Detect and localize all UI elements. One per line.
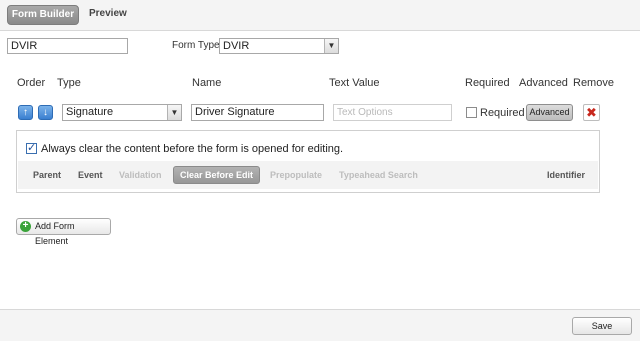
form-type-select[interactable]: DVIR ▼ (219, 38, 339, 54)
move-up-button[interactable]: ↑ (18, 105, 33, 120)
arrow-up-icon: ↑ (23, 107, 28, 118)
add-form-element-button[interactable]: + Add Form Element (16, 218, 111, 246)
form-type-value: DVIR (223, 40, 250, 52)
subtab-prepopulate[interactable]: Prepopulate (270, 170, 322, 180)
move-down-button[interactable]: ↓ (38, 105, 53, 120)
x-icon: ✖ (586, 105, 597, 120)
always-clear-label: Always clear the content before the form… (41, 143, 344, 155)
element-type-dropdown: ▼ (167, 105, 181, 120)
always-clear-checkbox[interactable] (26, 141, 37, 154)
plus-icon: + (20, 221, 31, 232)
top-tab-bar: Form Builder Preview (0, 0, 640, 31)
column-header-text-value: Text Value (329, 77, 380, 89)
tab-preview[interactable]: Preview (89, 5, 127, 25)
chevron-down-icon: ▼ (324, 39, 338, 53)
column-header-required: Required (465, 77, 510, 89)
element-name-input[interactable]: Driver Signature (191, 104, 324, 121)
subtab-typeahead-search[interactable]: Typeahead Search (339, 170, 418, 180)
required-checkbox-label: Required (480, 107, 525, 119)
subtab-parent[interactable]: Parent (33, 170, 61, 180)
subtab-event[interactable]: Event (78, 170, 103, 180)
advanced-button[interactable]: Advanced (526, 104, 573, 121)
subtab-validation[interactable]: Validation (119, 170, 162, 180)
subtab-identifier[interactable]: Identifier (547, 170, 585, 180)
subtab-clear-before-edit[interactable]: Clear Before Edit (173, 166, 260, 184)
form-type-label: Form Type: (172, 40, 223, 51)
column-header-order: Order (17, 77, 46, 89)
add-form-element-label: Add Form Element (35, 221, 75, 246)
column-header-remove: Remove (573, 77, 614, 89)
element-type-select[interactable]: Signature ▼ (62, 104, 182, 121)
arrow-down-icon: ↓ (43, 107, 48, 118)
required-checkbox[interactable] (466, 107, 477, 118)
save-button[interactable]: Save (572, 317, 632, 335)
remove-button[interactable]: ✖ (583, 104, 600, 121)
column-header-type: Type (57, 77, 81, 89)
column-header-advanced: Advanced (519, 77, 568, 89)
bottom-bar: Save (0, 309, 640, 341)
form-builder-app: Form Builder Preview DVIR Form Type: DVI… (0, 0, 640, 341)
column-header-name: Name (192, 77, 222, 89)
tab-form-builder[interactable]: Form Builder (7, 5, 79, 25)
element-type-value: Signature (66, 106, 114, 118)
advanced-subtabs: Parent Event Validation Clear Before Edi… (18, 161, 598, 189)
advanced-options-panel: Always clear the content before the form… (16, 130, 600, 193)
form-name-input[interactable]: DVIR (7, 38, 128, 54)
chevron-down-icon: ▼ (167, 105, 181, 120)
text-value-input[interactable]: Text Options (333, 104, 452, 121)
